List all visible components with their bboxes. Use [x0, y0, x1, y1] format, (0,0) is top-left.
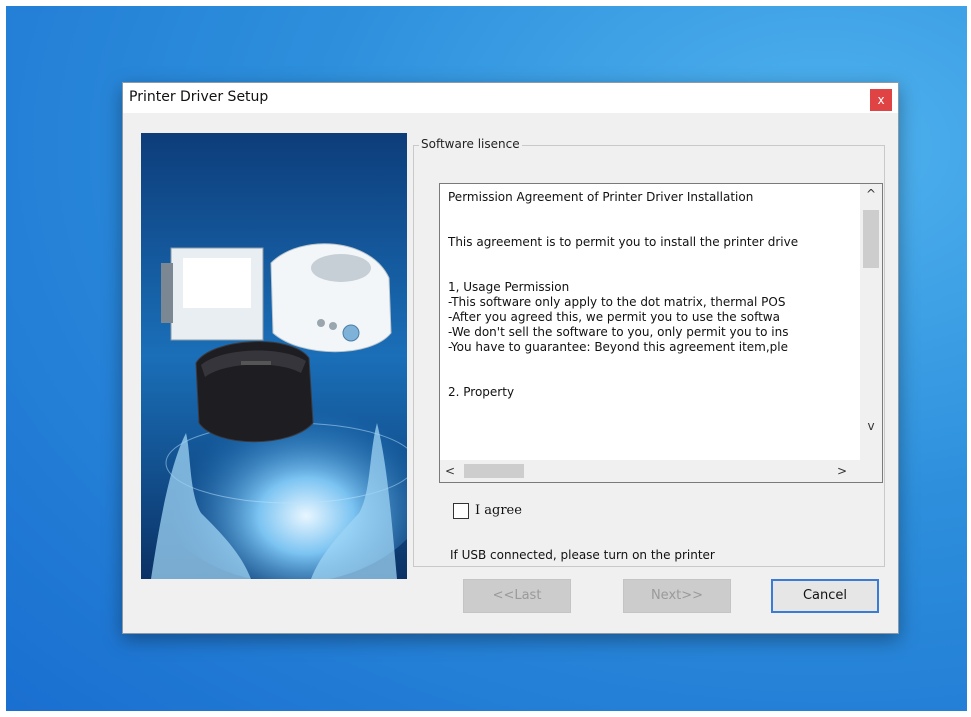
title-bar: Printer Driver Setup x [123, 83, 898, 113]
chevron-up-icon[interactable]: ^ [860, 184, 882, 204]
next-button[interactable]: Next>> [623, 579, 731, 613]
license-text: Permission Agreement of Printer Driver I… [448, 190, 799, 399]
license-group-label: Software lisence [419, 137, 522, 151]
cancel-button[interactable]: Cancel [771, 579, 879, 613]
printer-banner-image [141, 133, 407, 579]
scroll-corner [860, 460, 882, 482]
agree-label[interactable]: I agree [475, 503, 522, 518]
chevron-down-icon[interactable]: v [860, 416, 882, 436]
window-title: Printer Driver Setup [129, 89, 269, 105]
banner-illustration [141, 133, 407, 579]
setup-dialog: Printer Driver Setup x Software lisence … [122, 82, 899, 634]
license-text-area[interactable]: Permission Agreement of Printer Driver I… [439, 183, 883, 483]
agree-checkbox[interactable] [453, 503, 469, 519]
close-button[interactable]: x [870, 89, 892, 111]
desktop-background: Printer Driver Setup x Software lisence … [6, 6, 967, 711]
horizontal-scroll-thumb[interactable] [464, 464, 524, 478]
usb-note: If USB connected, please turn on the pri… [450, 548, 715, 562]
last-button[interactable]: <<Last [463, 579, 571, 613]
chevron-left-icon[interactable]: < [440, 460, 460, 482]
horizontal-scrollbar[interactable]: < > [440, 460, 860, 482]
vertical-scrollbar[interactable]: ^ v [860, 184, 882, 460]
vertical-scroll-thumb[interactable] [863, 210, 879, 268]
chevron-right-icon[interactable]: > [832, 460, 852, 482]
